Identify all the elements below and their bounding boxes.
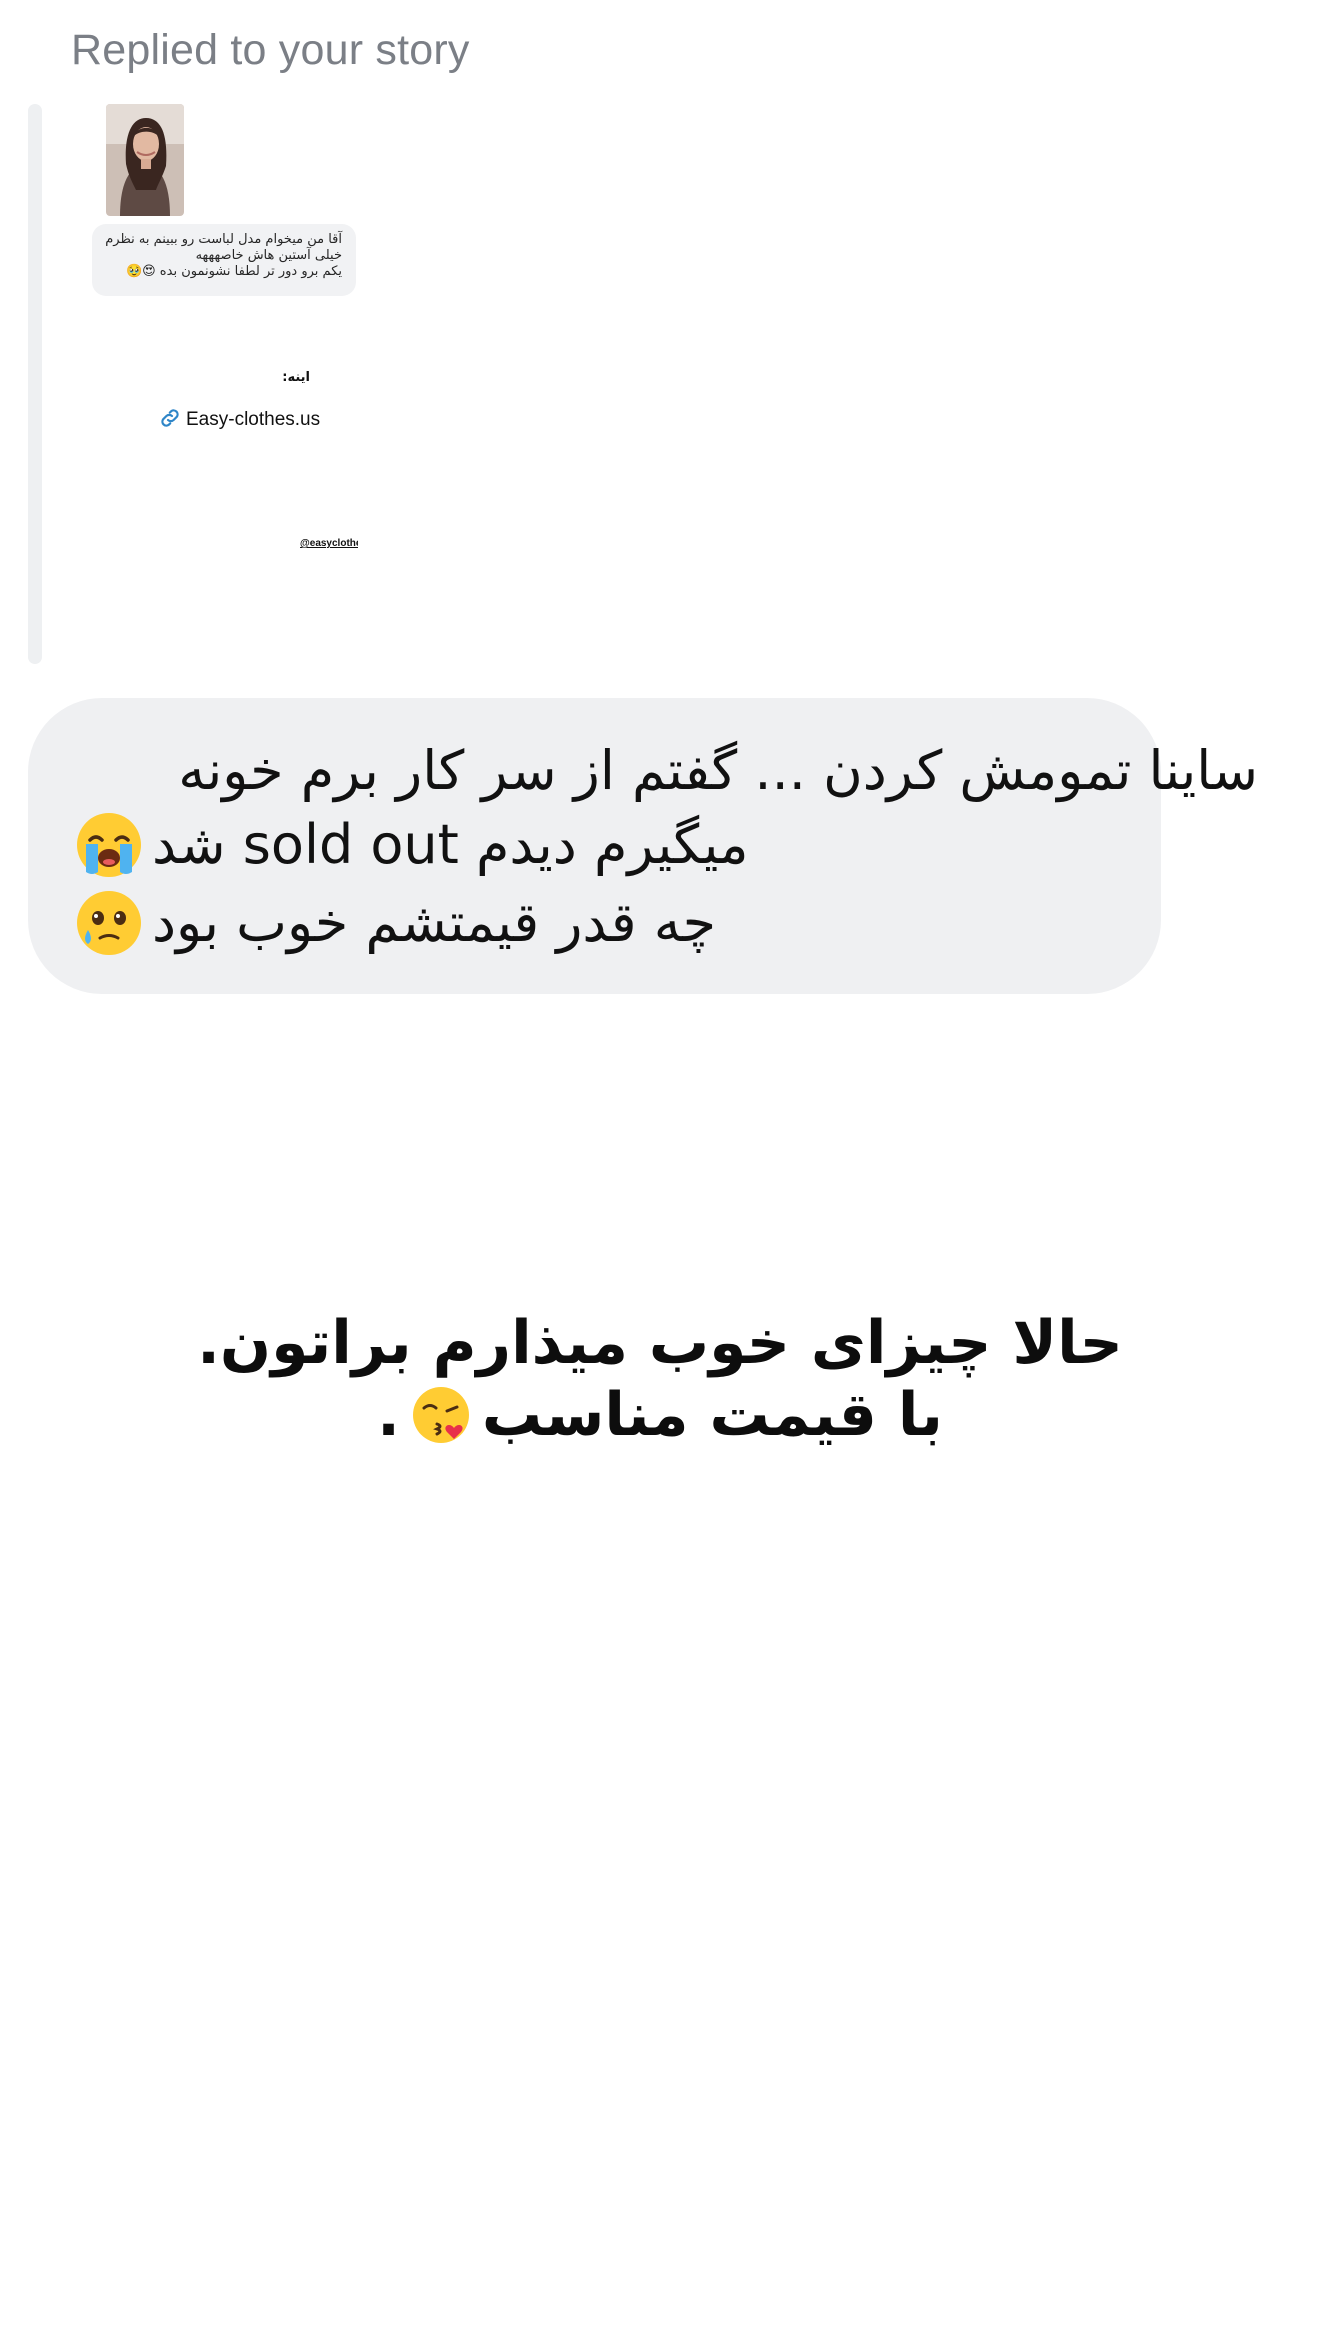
message-line-3-text: چه قدر قیمتشم خوب بود [152,891,717,954]
message-line-1: ساینا تمومش کردن ... گفتم از سر کار برم … [178,739,1258,802]
story-photo [106,104,184,216]
story-reply-line: خیلی آستین هاش خاصهههه [195,248,342,263]
chat-screen: Replied to your story آقا من میخوام مدل … [0,0,1320,2346]
replied-to-story-label: Replied to your story [71,26,470,74]
link-icon [158,406,182,434]
story-label: اینه: [282,370,310,385]
story-reply-line: یکم برو دور تر لطفا نشونمون بده 😍🥹 [125,264,342,279]
reply-quote-bar [28,104,42,664]
story-reply-bubble: آقا من میخوام مدل لباست رو ببینم به نظرم… [92,224,356,296]
story-link-text: Easy-clothes.us [186,409,321,430]
message-line-2-text: میگیرم دیدم sold out شد [152,813,749,876]
story-caption-line-2: . با قیمت مناسب [0,1378,1320,1452]
story-handle: @easyclothesusa [300,538,358,549]
story-link-sticker[interactable]: Easy-clothes.us [158,406,320,434]
face-holding-back-tears-icon [74,888,144,958]
caption-period: . [377,1380,400,1450]
story-caption-line-1: حالا چیزای خوب میذارم براتون. [197,1308,1123,1378]
story-reply-line: آقا من میخوام مدل لباست رو ببینم به نظرم [105,232,342,247]
caption-line-2-text: با قیمت مناسب [481,1380,943,1450]
loudly-crying-face-icon [74,810,144,880]
story-preview[interactable]: آقا من میخوام مدل لباست رو ببینم به نظرم… [88,104,358,564]
message-line-3: چه قدر قیمتشم خوب بود [74,888,716,958]
message-line-2: میگیرم دیدم sold out شد [74,810,749,880]
face-blowing-kiss-icon [410,1384,472,1446]
